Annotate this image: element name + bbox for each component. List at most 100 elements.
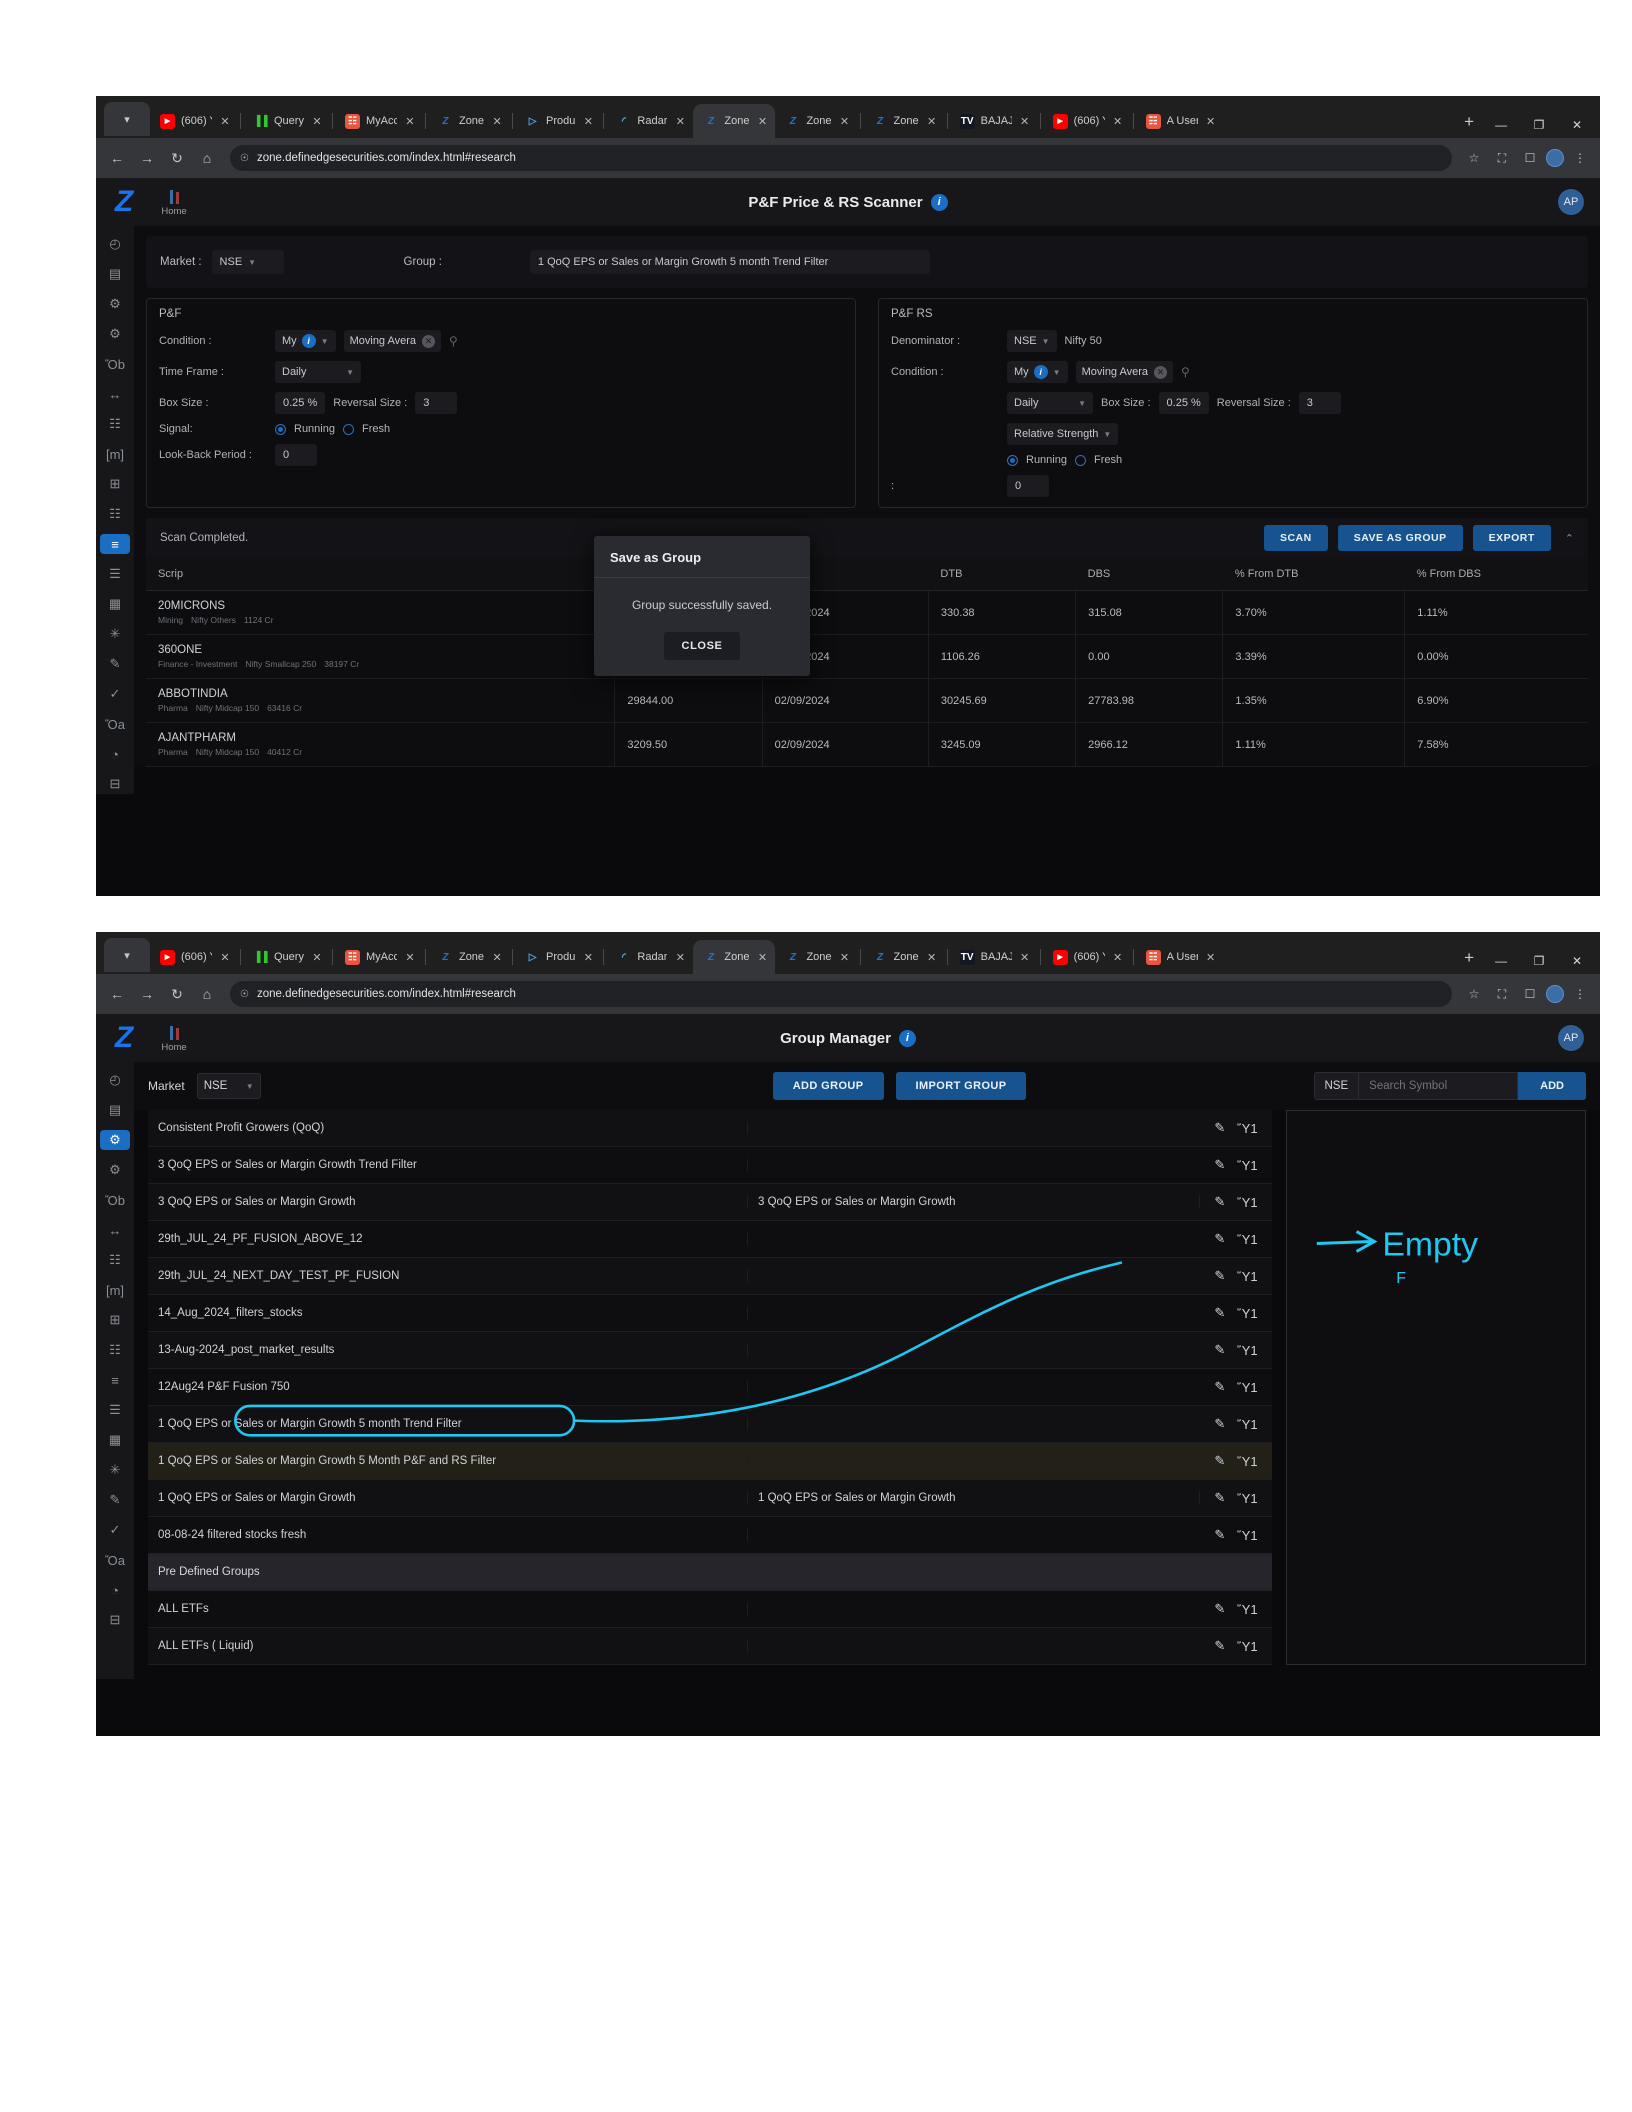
tab-close-icon[interactable]: ✕ — [755, 951, 769, 964]
extensions-icon[interactable]: ☐ — [1518, 987, 1542, 1001]
bracket-m-icon[interactable]: [m] — [100, 444, 130, 464]
group-row[interactable]: 14_Aug_2024_filters_stocks ✎ Ὕ1 — [148, 1295, 1272, 1332]
tab-close-icon[interactable]: ✕ — [1111, 951, 1125, 964]
close-window-button[interactable]: ✕ — [1558, 954, 1596, 968]
grid-icon[interactable]: ☷ — [100, 1250, 130, 1270]
browser-tab[interactable]: ☷ MyAcc ✕ — [335, 104, 423, 138]
add-symbol-button[interactable]: ADD — [1518, 1072, 1586, 1100]
group-select[interactable]: 1 QoQ EPS or Sales or Margin Growth 5 mo… — [529, 250, 930, 274]
delete-icon[interactable]: Ὕ1 — [1237, 1158, 1257, 1173]
browser-tab[interactable]: Z Zone ✕ — [863, 940, 945, 974]
window-controls[interactable]: — ❐ ✕ — [1482, 118, 1600, 132]
card-icon[interactable]: ▤ — [100, 264, 130, 284]
delete-icon[interactable]: Ὕ1 — [1237, 1306, 1257, 1321]
browser-tab[interactable]: ◜ Radar ✕ — [606, 104, 693, 138]
market-select[interactable]: NSE ▼ — [196, 1073, 261, 1099]
browser-tab[interactable]: (606) Y ✕ — [1043, 104, 1131, 138]
globe-icon[interactable]: ◔ — [100, 1580, 130, 1600]
table-row[interactable]: 360ONE Finance - Investment Nifty Smallcap… — [146, 634, 1588, 679]
market-select[interactable]: NSE ▼ — [211, 250, 284, 274]
browser-tab[interactable]: ◜ Radar ✕ — [606, 940, 693, 974]
edit-icon[interactable]: ✎ — [1214, 1527, 1225, 1543]
group-row[interactable]: 12Aug24 P&F Fusion 750 ✎ Ὕ1 — [148, 1369, 1272, 1406]
table-row[interactable]: 20MICRONSMiningNifty Others1124 Cr318.60… — [146, 590, 1588, 635]
reload-button[interactable]: ↻ — [164, 986, 190, 1003]
cast-icon[interactable]: ⛶ — [1490, 151, 1514, 166]
tab-close-icon[interactable]: ✕ — [1204, 115, 1218, 128]
delete-icon[interactable]: Ὕ1 — [1237, 1454, 1257, 1469]
home-button[interactable]: ⌂ — [194, 986, 220, 1002]
bracket-m-icon[interactable]: [m] — [100, 1280, 130, 1300]
window-icon[interactable]: ⊞ — [100, 1310, 130, 1330]
tab-close-icon[interactable]: ✕ — [310, 115, 324, 128]
browser-tab[interactable]: TV BAJAJF ✕ — [950, 940, 1038, 974]
edit-icon[interactable]: ✎ — [1214, 1379, 1225, 1395]
edit-icon[interactable]: ✎ — [1214, 1490, 1225, 1506]
folder-icon[interactable]: ☰ — [100, 564, 130, 584]
chart-icon[interactable]: Ὄa — [100, 1550, 130, 1570]
rs-reversal-input[interactable]: 3 — [1298, 392, 1341, 414]
rs-signal-fresh-radio[interactable] — [1074, 454, 1086, 466]
delete-icon[interactable]: Ὕ1 — [1237, 1491, 1257, 1506]
tab-close-icon[interactable]: ✕ — [1204, 951, 1218, 964]
group-row[interactable]: 1 QoQ EPS or Sales or Margin Growth 5 mo… — [148, 1406, 1272, 1443]
modal-close-button[interactable]: CLOSE — [663, 632, 741, 660]
back-button[interactable]: ← — [104, 986, 130, 1002]
tab-close-icon[interactable]: ✕ — [218, 951, 232, 964]
browser-tab[interactable]: TV BAJAJF ✕ — [950, 104, 1038, 138]
edit-icon[interactable]: ✎ — [1214, 1305, 1225, 1321]
pf-condition-value-box[interactable]: Moving Avera ✕ — [343, 330, 442, 352]
tab-close-icon[interactable]: ✕ — [490, 115, 504, 128]
edit-icon[interactable]: ✎ — [1214, 1120, 1225, 1136]
lock-icon[interactable]: ⊟ — [100, 1610, 130, 1630]
rs-condition-value-box[interactable]: Moving Avera ✕ — [1075, 361, 1174, 383]
maximize-button[interactable]: ❐ — [1520, 954, 1558, 968]
table-row[interactable]: AJANTPHARM Pharma Nifty Midcap 150 40412 Cr… — [146, 722, 1588, 767]
tab-close-icon[interactable]: ✕ — [581, 951, 595, 964]
tab-close-icon[interactable]: ✕ — [925, 115, 939, 128]
new-tab-button[interactable]: + — [1456, 948, 1482, 974]
table-icon[interactable]: ▦ — [100, 1430, 130, 1450]
pf-lookback-input[interactable]: 0 — [275, 444, 317, 466]
clear-icon[interactable]: ✕ — [1154, 365, 1168, 379]
delete-icon[interactable]: Ὕ1 — [1237, 1639, 1257, 1654]
rs-type-select[interactable]: Relative Strength ▼ — [1007, 423, 1119, 445]
info-icon[interactable]: i — [930, 193, 948, 211]
browser-tab[interactable]: (606) Y ✕ — [150, 940, 238, 974]
tab-strip[interactable]: ▾ (606) Y ✕ ▐▐ Query ✕ ☷ MyAcc ✕ Z Zone ✕ ▷ Produ ✕ ◜ Ra… — [104, 932, 1456, 974]
site-info-icon[interactable]: ☉ — [240, 153, 249, 164]
table-column-header[interactable]: % From DTB — [1222, 558, 1405, 591]
group-row[interactable]: ALL ETFs ( Liquid) ✎ Ὕ1 — [148, 1628, 1272, 1665]
minimize-button[interactable]: — — [1482, 118, 1520, 132]
table-icon[interactable]: ▦ — [100, 594, 130, 614]
browser-tab[interactable]: ☷ MyAcc ✕ — [335, 940, 423, 974]
pf-reversal-input[interactable]: 3 — [415, 392, 458, 414]
scanner-icon[interactable]: ≡ — [100, 1370, 130, 1390]
tab-close-icon[interactable]: ✕ — [310, 951, 324, 964]
tab-close-icon[interactable]: ✕ — [403, 115, 417, 128]
site-info-icon[interactable]: ☉ — [240, 989, 249, 1000]
pf-boxsize-input[interactable]: 0.25 % — [275, 392, 326, 414]
delete-icon[interactable]: Ὕ1 — [1237, 1195, 1257, 1210]
tab-close-icon[interactable]: ✕ — [673, 951, 687, 964]
check-icon[interactable]: ✓ — [100, 1520, 130, 1540]
profile-icon[interactable] — [1546, 149, 1564, 167]
scanner-icon[interactable]: ≡ — [100, 534, 130, 554]
edit-icon[interactable]: ✎ — [1214, 1416, 1225, 1432]
info-icon[interactable]: i — [301, 334, 316, 348]
browser-tab[interactable]: ▐▐ Query ✕ — [243, 940, 330, 974]
browser-tab[interactable]: Z Zone ✕ — [693, 104, 776, 138]
edit-icon[interactable]: ✎ — [1214, 1638, 1225, 1654]
maximize-button[interactable]: ❐ — [1520, 118, 1558, 132]
group-row[interactable]: 1 QoQ EPS or Sales or Margin Growth 5 Mo… — [148, 1443, 1272, 1480]
home-button[interactable]: ⌂ — [194, 150, 220, 166]
browser-tab[interactable]: Z Zone ✕ — [775, 940, 857, 974]
chevron-up-icon[interactable]: ⌃ — [1565, 532, 1574, 545]
arrows-icon[interactable]: ↔ — [100, 1220, 130, 1240]
tab-close-icon[interactable]: ✕ — [1018, 115, 1032, 128]
globe-icon[interactable]: ◔ — [100, 744, 130, 764]
bookmark-star-icon[interactable]: ☆ — [1462, 987, 1486, 1001]
tab-strip[interactable]: ▾ (606) Y ✕ ▐▐ Query ✕ ☷ MyAcc ✕ Z Zone ✕ ▷ Produ ✕ ◜ Ra… — [104, 96, 1456, 138]
minimize-button[interactable]: — — [1482, 954, 1520, 968]
edit-icon[interactable]: ✎ — [1214, 1194, 1225, 1210]
